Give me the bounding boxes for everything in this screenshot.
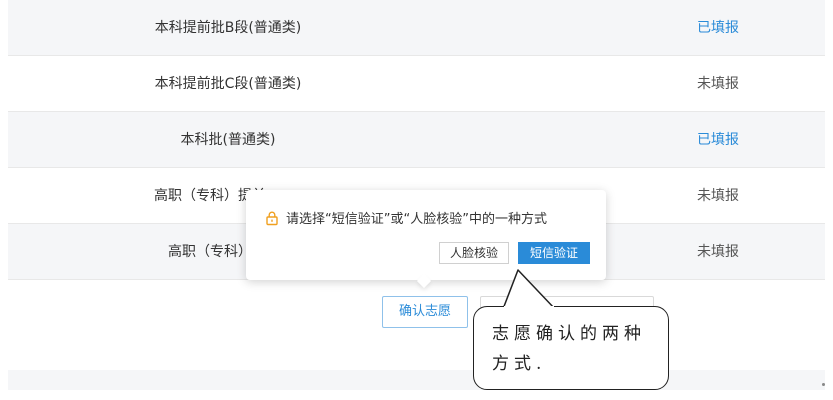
verify-method-popover: 请选择“短信验证”或“人脸核验”中的一种方式 人脸核验 短信验证 [246, 190, 606, 289]
footer-strip [8, 370, 825, 390]
status-link[interactable]: 已填报 [628, 0, 808, 56]
table-row: 本科批(普通类) 已填报 [8, 112, 825, 168]
batch-name: 本科提前批C段(普通类) [154, 76, 302, 92]
callout-join [504, 306, 554, 309]
table-row: 本科提前批B段(普通类) 已填报 [8, 0, 825, 56]
batch-name: 高职（专科）提前 [154, 188, 266, 204]
callout-text-line2: 方式. [492, 354, 547, 374]
annotation-callout: 志愿确认的两种 方式. [473, 306, 669, 390]
popover-message-text: 请选择“短信验证”或“人脸核验”中的一种方式 [286, 212, 547, 227]
confirm-volunteer-button[interactable]: 确认志愿 [382, 296, 468, 328]
popover-message: 请选择“短信验证”或“人脸核验”中的一种方式 [264, 208, 547, 227]
status-text: 未填报 [697, 244, 739, 260]
status-text: 未填报 [697, 76, 739, 92]
batch-name: 高职（专科）批 [168, 244, 266, 260]
table-row: 本科提前批C段(普通类) 未填报 [8, 56, 825, 112]
batch-name: 本科批(普通类) [180, 132, 276, 148]
batch-name: 本科提前批B段(普通类) [154, 20, 302, 36]
popover-arrow [416, 273, 432, 289]
status-link[interactable]: 已填报 [628, 112, 808, 168]
face-verify-button[interactable]: 人脸核验 [439, 242, 509, 264]
sms-verify-button[interactable]: 短信验证 [518, 242, 590, 264]
lock-icon [266, 211, 278, 226]
callout-text-line1: 志愿确认的两种 [492, 324, 646, 344]
status-text: 未填报 [697, 188, 739, 204]
corner-dot [822, 383, 825, 386]
